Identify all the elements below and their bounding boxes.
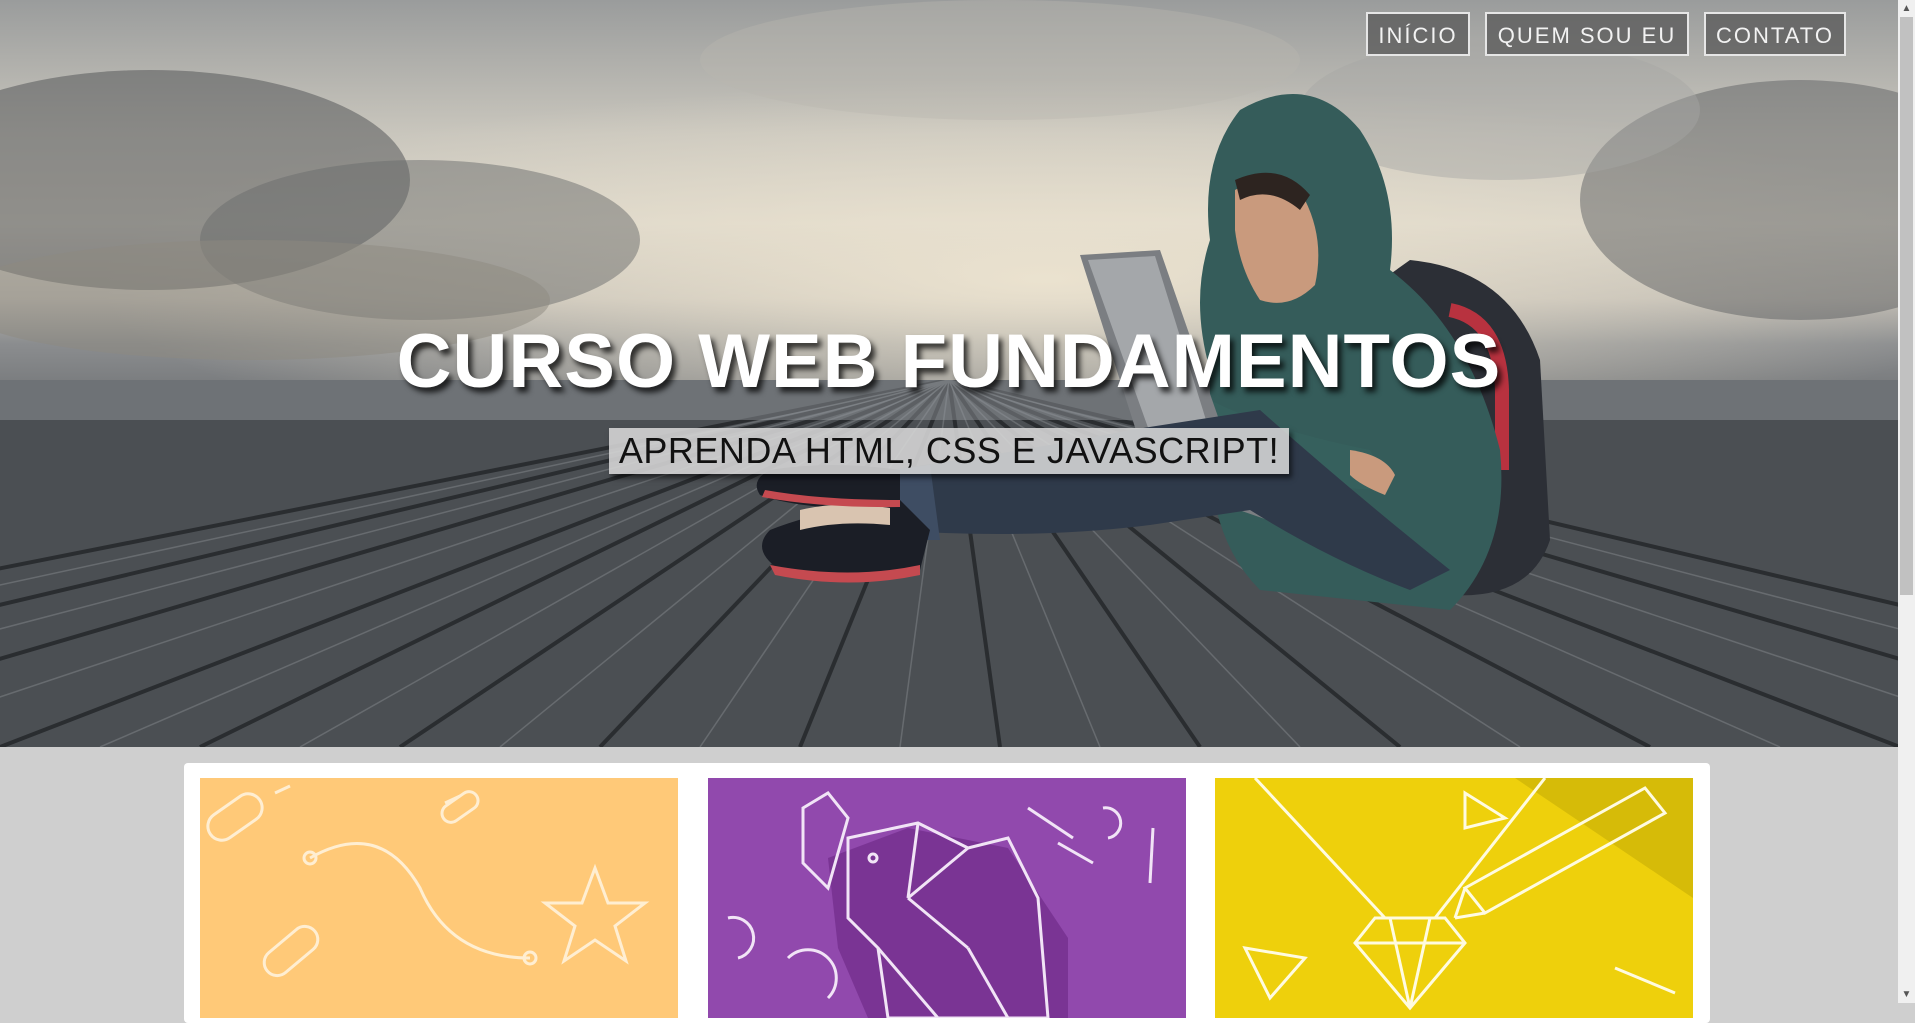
course-cards-panel: [184, 763, 1710, 1023]
hero-subtitle: APRENDA HTML, CSS E JAVASCRIPT!: [608, 428, 1290, 474]
diamond-pencil-icon: [1242, 778, 1693, 1011]
course-card-javascript[interactable]: [1215, 778, 1693, 1018]
nav-contato-button[interactable]: CONTATO: [1704, 12, 1846, 56]
nav-quem-sou-eu-button[interactable]: QUEM SOU EU: [1485, 12, 1689, 56]
bezier-curve-star-icon: [206, 784, 650, 978]
vertical-scrollbar[interactable]: ▲ ▼: [1898, 0, 1915, 1003]
scrollbar-thumb[interactable]: [1900, 17, 1913, 595]
hero-title: CURSO WEB FUNDAMENTOS: [396, 319, 1502, 404]
course-card-css[interactable]: [708, 778, 1186, 1018]
hero-banner: INÍCIO QUEM SOU EU CONTATO CURSO WEB FUN…: [0, 0, 1898, 747]
hero-subtitle-wrapper: APRENDA HTML, CSS E JAVASCRIPT!: [0, 428, 1898, 474]
origami-elephant-icon: [727, 791, 1155, 1018]
nav-inicio-button[interactable]: INÍCIO: [1366, 12, 1470, 56]
scroll-up-arrow-icon[interactable]: ▲: [1898, 0, 1915, 17]
scroll-down-arrow-icon[interactable]: ▼: [1898, 986, 1915, 1003]
course-card-html[interactable]: [200, 778, 678, 1018]
top-navigation: INÍCIO QUEM SOU EU CONTATO: [1366, 12, 1846, 56]
